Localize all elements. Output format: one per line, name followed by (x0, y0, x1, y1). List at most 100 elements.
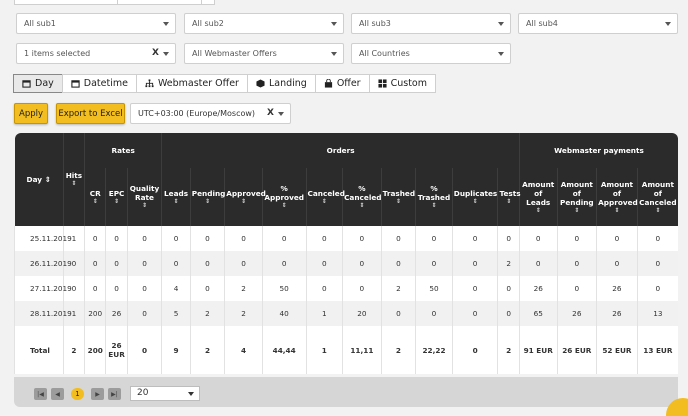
sub2-select[interactable]: All sub2 (184, 13, 344, 34)
table-cell: 0 (342, 251, 382, 276)
table-cell: 0 (451, 251, 498, 276)
clear-icon[interactable]: X (152, 44, 159, 63)
table-row: 27.11.2019 0 0 0 0 4 0 2 50 0 0 2 50 0 0 26 0 26 0 (14, 276, 678, 301)
total-cell: 200 (84, 326, 106, 374)
table-cell: 5 (161, 301, 191, 326)
table-cell: 0 (451, 226, 498, 251)
table-cell: 0 (497, 226, 520, 251)
col-amount-approved[interactable]: Amount of Approved ⇕ (596, 168, 638, 226)
table-cell: 0 (84, 226, 106, 251)
page: All sub1 All sub2 All sub3 All sub4 1 it… (0, 0, 688, 416)
per-page-value: 20 (137, 388, 149, 398)
groupby-custom-label: Custom (390, 78, 427, 89)
total-cell: 52 EUR (596, 326, 638, 374)
col-leads[interactable]: Leads ⇕ (161, 168, 191, 226)
table-row: 28.11.2019 1 200 26 0 5 2 2 40 1 20 0 0 0 0 65 26 26 13 (14, 301, 678, 326)
table-cell: 0 (305, 251, 343, 276)
items-select[interactable]: 1 items selected X (16, 43, 176, 64)
table-cell: 26 (518, 276, 558, 301)
col-trashed[interactable]: Trashed ⇕ (380, 168, 416, 226)
sort-icon: ⇕ (44, 175, 51, 184)
col-epc[interactable]: EPC ⇕ (105, 168, 128, 226)
top-field[interactable] (117, 0, 202, 5)
items-value: 1 items selected (24, 49, 91, 58)
col-percent-canceled[interactable]: % Canceled ⇕ (342, 168, 382, 226)
col-quality-rate[interactable]: Quality Rate ⇕ (126, 168, 162, 226)
calendar-icon (71, 80, 80, 88)
table-cell: 0 (189, 226, 225, 251)
table-cell: 40 (261, 301, 307, 326)
table-cell: 0 (415, 226, 453, 251)
offers-select[interactable]: All Webmaster Offers (184, 43, 344, 64)
group-payments: Webmaster payments (518, 133, 678, 168)
groupby-day-button[interactable]: Day (13, 74, 63, 93)
col-cr[interactable]: CR ⇕ (84, 168, 106, 226)
col-amount-pending[interactable]: Amount of Pending ⇕ (556, 168, 597, 226)
groupby-datetime-button[interactable]: Datetime (61, 74, 137, 93)
col-percent-trashed[interactable]: % Trashed ⇕ (415, 168, 453, 226)
row-date-cell: 25.11.2019 (14, 226, 72, 251)
total-cell: 9 (161, 326, 191, 374)
export-excel-button[interactable]: Export to Excel (56, 103, 125, 124)
col-hits[interactable]: Hits ⇕ (62, 133, 85, 226)
table-cell: 0 (556, 276, 597, 301)
chevron-down-icon (498, 52, 504, 56)
next-page-button[interactable]: ▶ (91, 388, 104, 400)
table-cell: 13 (636, 301, 678, 326)
chevron-down-icon (188, 392, 194, 396)
table-cell: 20 (342, 301, 382, 326)
group-rates: Rates (84, 133, 162, 168)
groupby-offer-button[interactable]: Offer (314, 74, 370, 93)
col-percent-approved[interactable]: % Approved ⇕ (261, 168, 307, 226)
col-pending[interactable]: Pending ⇕ (189, 168, 225, 226)
row-date-cell: 27.11.2019 (14, 276, 72, 301)
table-cell: 0 (105, 251, 128, 276)
current-page-button[interactable]: 1 (71, 388, 84, 400)
table-cell: 2 (189, 301, 225, 326)
countries-value: All Countries (359, 49, 410, 58)
table-cell: 2 (224, 301, 263, 326)
col-approved[interactable]: Approved ⇕ (224, 168, 266, 226)
col-canceled[interactable]: Canceled ⇕ (305, 168, 345, 226)
sub2-value: All sub2 (192, 19, 224, 28)
top-field-button[interactable] (201, 0, 215, 5)
groupby-webmaster-offer-button[interactable]: Webmaster Offer (135, 74, 248, 93)
groupby-landing-button[interactable]: Landing (246, 74, 316, 93)
total-cell: 91 EUR (518, 326, 558, 374)
last-page-button[interactable]: ▶| (108, 388, 121, 400)
table-cell: 26 (556, 301, 597, 326)
groupby-custom-button[interactable]: Custom (368, 74, 436, 93)
first-page-button[interactable]: |◀ (34, 388, 47, 400)
sub3-select[interactable]: All sub3 (351, 13, 511, 34)
timezone-select[interactable]: UTC+03:00 (Europe/Moscow) X (130, 103, 291, 124)
groupby-offer-label: Offer (336, 78, 361, 89)
sub1-select[interactable]: All sub1 (16, 13, 176, 34)
table-row: 26.11.2019 0 0 0 0 0 0 0 0 0 0 0 0 0 2 0 0 0 0 (14, 251, 678, 276)
total-cell: 4 (224, 326, 263, 374)
groupby-datetime-label: Datetime (83, 78, 128, 89)
top-field[interactable] (14, 0, 118, 5)
apply-button[interactable]: Apply (14, 103, 48, 124)
col-day[interactable]: Day ⇕ (14, 133, 64, 226)
total-cell: 0 (126, 326, 162, 374)
total-row: Total 2 200 26 EUR 0 9 2 4 44,44 1 11,11 2 22,22 0 2 91… (14, 326, 678, 374)
col-amount-canceled[interactable]: Amount of Canceled ⇕ (636, 168, 678, 226)
col-tests[interactable]: Tests ⇕ (497, 168, 521, 226)
prev-page-button[interactable]: ◀ (51, 388, 64, 400)
groupby-landing-label: Landing (268, 78, 307, 89)
clear-icon[interactable]: X (267, 104, 274, 123)
table-row: 25.11.2019 1 0 0 0 0 0 0 0 0 0 0 0 0 0 0 0 0 0 (14, 226, 678, 251)
table-cell: 0 (161, 251, 191, 276)
total-cell: 44,44 (261, 326, 307, 374)
col-duplicates[interactable]: Duplicates ⇕ (451, 168, 498, 226)
per-page-select[interactable]: 20 (130, 386, 200, 401)
total-cell: 26 EUR (556, 326, 597, 374)
cube-icon (256, 79, 265, 88)
calendar-icon (22, 80, 31, 88)
table-cell: 0 (189, 251, 225, 276)
sub4-select[interactable]: All sub4 (518, 13, 678, 34)
countries-select[interactable]: All Countries (351, 43, 511, 64)
col-amount-leads[interactable]: Amount of Leads ⇕ (518, 168, 558, 226)
stats-table: Day ⇕ Hits ⇕ Rates Orders Webmaster payme… (14, 133, 678, 374)
total-cell: 2 (189, 326, 225, 374)
